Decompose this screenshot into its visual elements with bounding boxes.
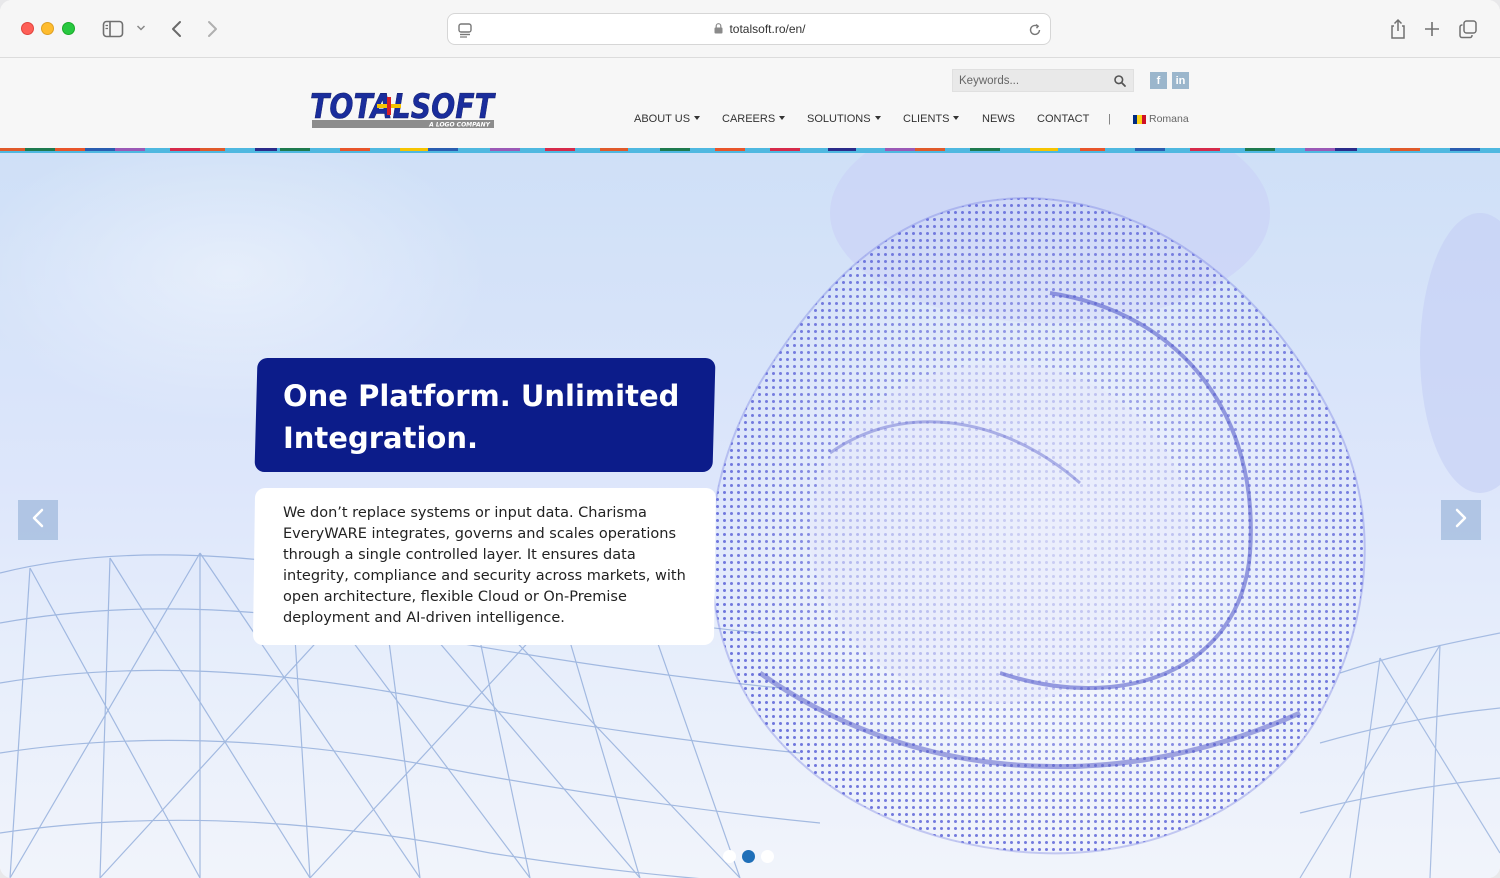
- hero-description: We don’t replace systems or input data. …: [283, 505, 686, 626]
- search-box: [952, 69, 1134, 92]
- language-switcher[interactable]: Romana: [1133, 113, 1189, 125]
- caret-down-icon: [694, 116, 701, 120]
- nav-label: ABOUT US: [634, 113, 691, 125]
- search-input[interactable]: [953, 70, 1109, 91]
- forward-arrow-icon[interactable]: [203, 18, 221, 40]
- caret-down-icon: [953, 116, 960, 120]
- nav-item-clients[interactable]: CLIENTS: [903, 113, 960, 127]
- new-tab-icon[interactable]: [1422, 19, 1442, 39]
- nav-item-news[interactable]: NEWS: [982, 113, 1015, 127]
- slider-dot[interactable]: [723, 850, 736, 863]
- close-window-button[interactable]: [21, 22, 34, 35]
- search-icon[interactable]: [1113, 74, 1127, 88]
- maximize-window-button[interactable]: [62, 22, 75, 35]
- nav-label: CAREERS: [722, 113, 776, 125]
- romania-flag-icon: [1133, 114, 1146, 124]
- browser-toolbar: totalsoft.ro/en/: [0, 0, 1500, 58]
- slider-dot[interactable]: [742, 850, 755, 863]
- nav-item-careers[interactable]: CAREERS: [722, 113, 786, 127]
- caret-down-icon: [779, 116, 786, 120]
- facebook-icon[interactable]: f: [1150, 72, 1167, 89]
- sidebar-toggle-icon[interactable]: [101, 19, 125, 39]
- minimize-window-button[interactable]: [41, 22, 54, 35]
- totalsoft-logo[interactable]: TOTALSOFT A LOGO COMPANY: [310, 86, 497, 130]
- language-label: Romana: [1149, 113, 1189, 125]
- hero-slider: One Platform. Unlimited Integration. We …: [0, 153, 1500, 878]
- nav-item-contact[interactable]: CONTACT: [1037, 113, 1089, 127]
- nav-separator: |: [1108, 113, 1111, 125]
- chevron-down-icon[interactable]: [135, 22, 147, 34]
- slider-pagination: [723, 850, 774, 863]
- lock-icon: [714, 23, 723, 37]
- browser-window: totalsoft.ro/en/ TOTALSOFT A LOGO COMPAN…: [0, 0, 1500, 878]
- address-bar[interactable]: totalsoft.ro/en/: [447, 13, 1051, 45]
- nav-item-solutions[interactable]: SOLUTIONS: [807, 113, 881, 127]
- reload-icon[interactable]: [1026, 21, 1044, 39]
- logo-tagline: A LOGO COMPANY: [428, 122, 491, 129]
- nav-label: CONTACT: [1037, 113, 1090, 125]
- slider-prev-button[interactable]: [18, 500, 58, 540]
- nav-label: SOLUTIONS: [807, 113, 871, 125]
- site-header: TOTALSOFT A LOGO COMPANY f in ABOUT US C…: [0, 58, 1500, 148]
- url-text[interactable]: totalsoft.ro/en/: [448, 22, 1050, 37]
- hero-background-image: [0, 153, 1500, 878]
- nav-label: CLIENTS: [903, 113, 950, 125]
- linkedin-icon[interactable]: in: [1172, 72, 1189, 89]
- caret-down-icon: [874, 116, 881, 120]
- share-icon[interactable]: [1387, 17, 1409, 41]
- hero-title: One Platform. Unlimited Integration.: [283, 379, 680, 455]
- nav-item-about-us[interactable]: ABOUT US: [634, 113, 701, 127]
- slider-dot[interactable]: [761, 850, 774, 863]
- url-label: totalsoft.ro/en/: [729, 22, 806, 36]
- tab-overview-icon[interactable]: [1457, 18, 1479, 40]
- slider-next-button[interactable]: [1441, 500, 1481, 540]
- chevron-left-icon: [31, 508, 45, 533]
- back-arrow-icon[interactable]: [168, 18, 186, 40]
- nav-label: NEWS: [982, 113, 1015, 125]
- chevron-right-icon: [1454, 508, 1468, 533]
